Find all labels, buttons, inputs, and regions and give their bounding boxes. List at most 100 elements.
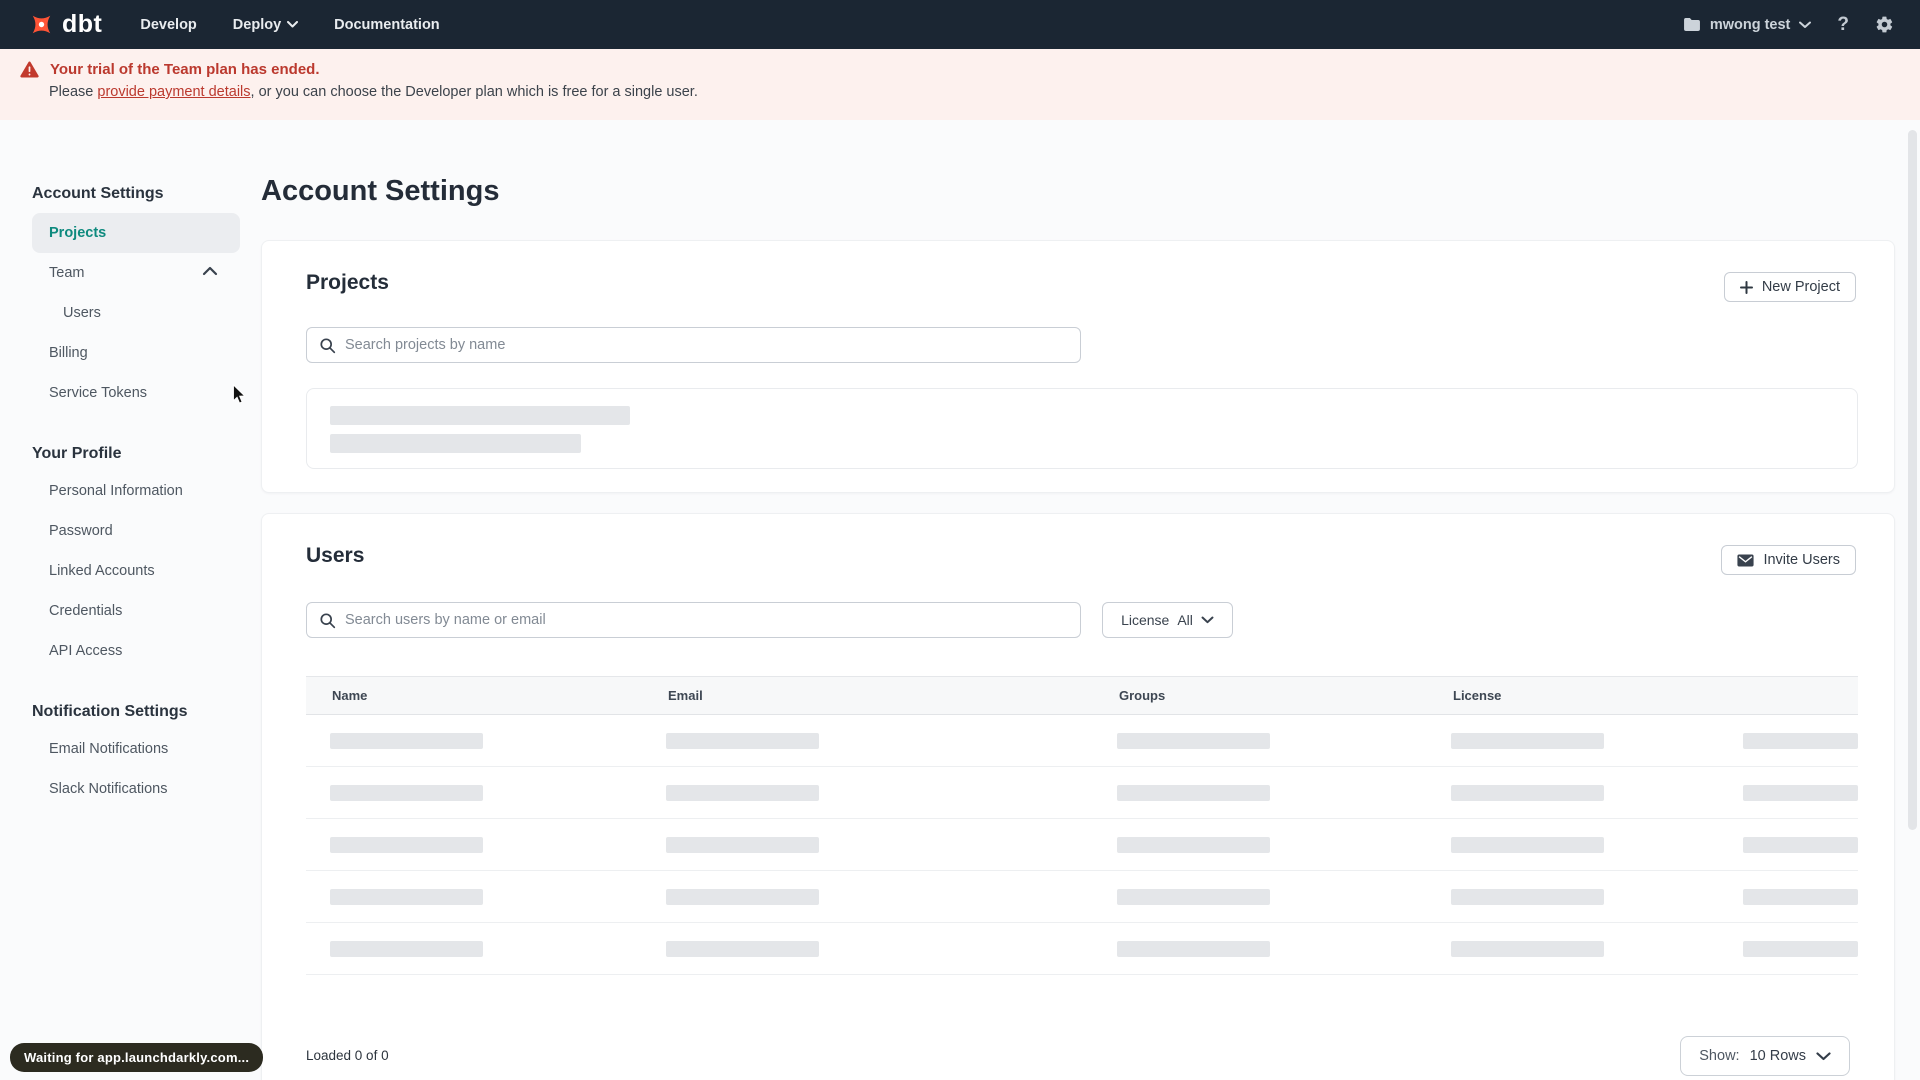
invite-users-button[interactable]: Invite Users — [1721, 545, 1856, 575]
sidebar-item-service-tokens[interactable]: Service Tokens — [32, 373, 240, 413]
show-rows-value: 10 Rows — [1749, 1048, 1806, 1064]
skeleton-bar — [1117, 888, 1270, 905]
nav-item-develop[interactable]: Develop — [140, 17, 196, 33]
column-header-name: Name — [332, 688, 368, 703]
chevron-down-icon — [1201, 616, 1214, 624]
skeleton-bar — [666, 784, 819, 801]
sidebar-item-team[interactable]: Team — [32, 253, 240, 293]
skeleton-bar — [1451, 888, 1604, 905]
dbt-logo-text: dbt — [62, 10, 103, 38]
users-search-input[interactable] — [345, 612, 1068, 628]
column-header-license: License — [1453, 688, 1502, 703]
skeleton-bar — [1117, 784, 1270, 801]
settings-sidebar: Account Settings Projects Team Users Bil… — [32, 178, 240, 809]
dbt-logo[interactable]: dbt — [28, 10, 102, 39]
users-table-header: Name Email Groups License — [306, 676, 1858, 715]
skeleton-bar — [666, 732, 819, 749]
column-header-email: Email — [668, 688, 703, 703]
table-row-skeleton — [306, 871, 1858, 923]
skeleton-bar — [1743, 784, 1858, 801]
help-icon[interactable]: ? — [1837, 14, 1849, 36]
skeleton-bar — [330, 784, 483, 801]
table-row-skeleton — [306, 767, 1858, 819]
sidebar-heading-account-settings: Account Settings — [32, 185, 164, 202]
warning-triangle-icon — [20, 61, 39, 78]
sidebar-item-projects[interactable]: Projects — [32, 213, 240, 253]
chevron-down-icon — [1799, 21, 1812, 29]
skeleton-bar — [330, 434, 581, 453]
envelope-icon — [1737, 554, 1755, 567]
dbt-logo-icon — [28, 11, 55, 38]
sidebar-item-users[interactable]: Users — [32, 293, 240, 333]
skeleton-bar — [1117, 940, 1270, 957]
browser-status-bubble: Waiting for app.launchdarkly.com... — [10, 1043, 264, 1072]
skeleton-bar — [1743, 888, 1858, 905]
skeleton-bar — [1117, 732, 1270, 749]
projects-heading: Projects — [306, 271, 389, 294]
nav-menu: Develop Deploy Documentation — [140, 17, 439, 33]
vertical-scrollbar[interactable] — [1908, 130, 1917, 830]
settings-gear-icon[interactable] — [1875, 15, 1894, 34]
page-title: Account Settings — [261, 175, 500, 207]
sidebar-item-personal-information[interactable]: Personal Information — [32, 471, 240, 511]
skeleton-bar — [666, 888, 819, 905]
sidebar-item-password[interactable]: Password — [32, 511, 240, 551]
top-nav: dbt Develop Deploy Documentation mwong t… — [0, 0, 1920, 49]
show-rows-dropdown[interactable]: Show: 10 Rows — [1680, 1036, 1850, 1076]
skeleton-bar — [1743, 732, 1858, 749]
license-filter-dropdown[interactable]: License All — [1102, 602, 1233, 638]
chevron-down-icon — [287, 21, 299, 28]
skeleton-bar — [666, 836, 819, 853]
sidebar-item-slack-notifications[interactable]: Slack Notifications — [32, 769, 240, 809]
banner-title: Your trial of the Team plan has ended. — [50, 61, 320, 78]
account-switcher[interactable]: mwong test — [1683, 17, 1812, 33]
projects-card: Projects New Project — [261, 240, 1895, 493]
chevron-up-icon — [202, 266, 218, 276]
plus-icon — [1739, 280, 1753, 294]
skeleton-bar — [330, 836, 483, 853]
projects-search — [306, 327, 1081, 363]
projects-loading-panel — [306, 388, 1858, 469]
search-icon — [319, 612, 336, 629]
sidebar-item-linked-accounts[interactable]: Linked Accounts — [32, 551, 240, 591]
sidebar-item-billing[interactable]: Billing — [32, 333, 240, 373]
folder-icon — [1683, 17, 1701, 32]
nav-item-deploy[interactable]: Deploy — [233, 17, 299, 33]
skeleton-bar — [1451, 940, 1604, 957]
main-content: Account Settings Projects New Project Us… — [261, 170, 1895, 1080]
users-table: Name Email Groups License — [306, 676, 1858, 975]
provide-payment-details-link[interactable]: provide payment details — [97, 84, 250, 100]
sidebar-item-api-access[interactable]: API Access — [32, 631, 240, 671]
table-row-skeleton — [306, 819, 1858, 871]
users-toolbar: License All — [306, 602, 1856, 638]
table-row-skeleton — [306, 715, 1858, 767]
projects-search-input[interactable] — [345, 337, 1068, 353]
nav-item-documentation[interactable]: Documentation — [334, 17, 440, 33]
account-name: mwong test — [1709, 16, 1791, 33]
skeleton-bar — [1743, 940, 1858, 957]
skeleton-bar — [330, 732, 483, 749]
chevron-down-icon — [1816, 1051, 1831, 1061]
search-icon — [319, 337, 336, 354]
skeleton-bar — [1451, 784, 1604, 801]
skeleton-bar — [1451, 836, 1604, 853]
trial-ended-banner: Your trial of the Team plan has ended. P… — [0, 49, 1920, 120]
license-filter-value: All — [1177, 612, 1193, 628]
skeleton-bar — [1743, 836, 1858, 853]
loaded-count-text: Loaded 0 of 0 — [306, 1048, 389, 1063]
banner-body: Please provide payment details, or you c… — [49, 84, 698, 100]
sidebar-heading-your-profile: Your Profile — [32, 445, 122, 462]
column-header-actions — [1722, 677, 1858, 715]
sidebar-heading-notification-settings: Notification Settings — [32, 703, 188, 720]
new-project-button[interactable]: New Project — [1723, 272, 1856, 302]
skeleton-bar — [1451, 732, 1604, 749]
skeleton-bar — [330, 888, 483, 905]
skeleton-bar — [1117, 836, 1270, 853]
skeleton-bar — [330, 406, 630, 425]
column-header-groups: Groups — [1119, 688, 1166, 703]
show-rows-label: Show: — [1699, 1048, 1740, 1064]
users-card: Users Invite Users License All — [261, 513, 1895, 1080]
skeleton-bar — [666, 940, 819, 957]
sidebar-item-credentials[interactable]: Credentials — [32, 591, 240, 631]
sidebar-item-email-notifications[interactable]: Email Notifications — [32, 729, 240, 769]
